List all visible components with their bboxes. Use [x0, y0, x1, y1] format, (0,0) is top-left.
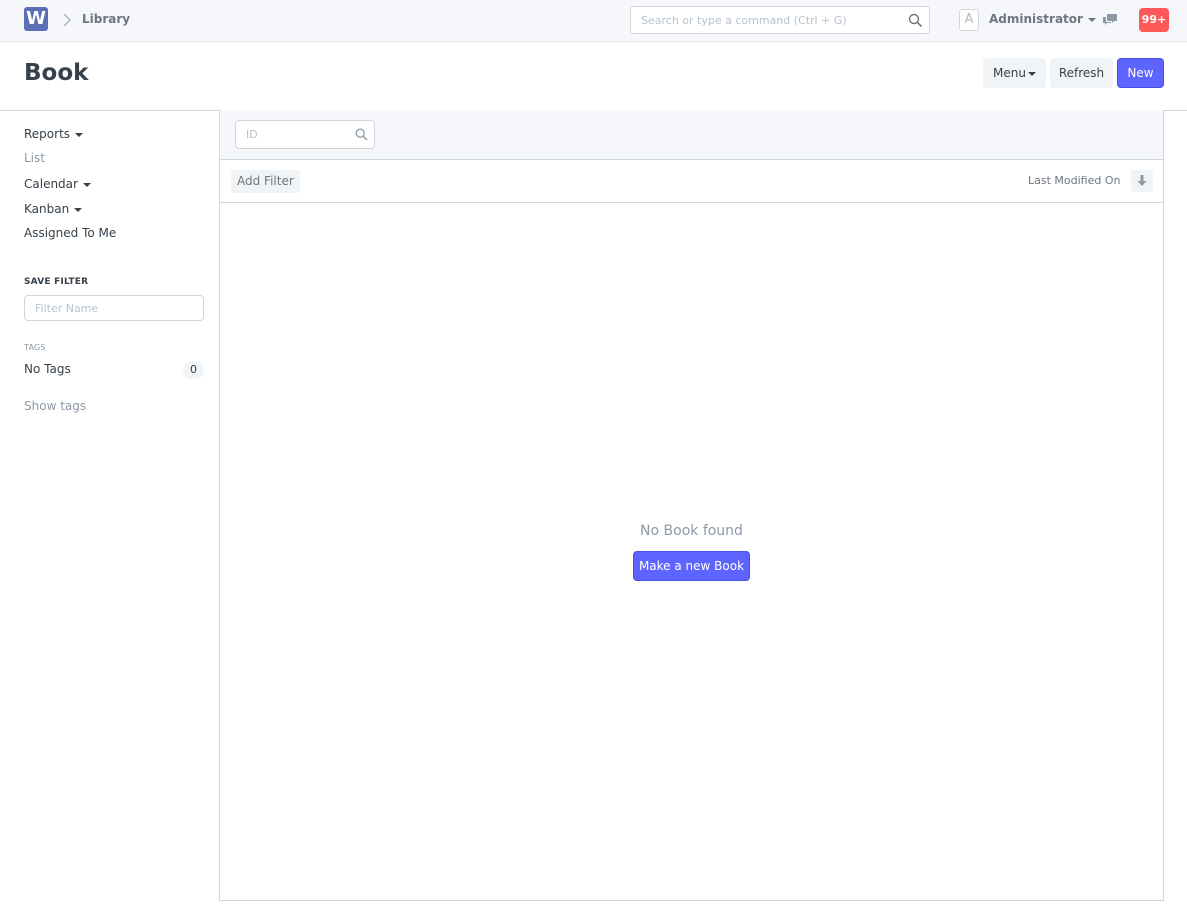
chat-icon[interactable] — [1102, 13, 1118, 27]
sidebar-item-list[interactable]: List — [24, 151, 45, 165]
filter-bar: Add Filter Last Modified On — [220, 160, 1163, 203]
list-panel: Add Filter Last Modified On No Book foun… — [219, 110, 1164, 901]
sidebar-item-reports[interactable]: Reports — [24, 127, 84, 141]
menu-button-label: Menu — [993, 66, 1026, 80]
chevron-right-icon — [63, 13, 72, 27]
sidebar-item-label: Reports — [24, 127, 71, 141]
breadcrumb-library[interactable]: Library — [82, 12, 130, 26]
add-filter-button[interactable]: Add Filter — [231, 170, 300, 193]
sidebar-item-no-tags[interactable]: No Tags — [24, 362, 71, 376]
user-name: Administrator — [989, 12, 1083, 26]
arrow-down-icon — [1137, 175, 1147, 186]
sidebar-item-assigned-to-me[interactable]: Assigned To Me — [24, 226, 116, 240]
notification-badge[interactable]: 99+ — [1139, 8, 1169, 32]
make-new-book-button[interactable]: Make a new Book — [633, 551, 750, 581]
avatar[interactable]: A — [959, 9, 979, 31]
sidebar-item-label: Calendar — [24, 177, 78, 191]
menu-button[interactable]: Menu — [983, 58, 1046, 88]
sort-selector[interactable]: Last Modified On — [1028, 174, 1120, 187]
sidebar-item-calendar[interactable]: Calendar — [24, 177, 91, 191]
new-button[interactable]: New — [1117, 58, 1164, 88]
caret-down-icon — [1027, 71, 1036, 76]
search-icon[interactable] — [908, 13, 923, 28]
save-filter-heading: SAVE FILTER — [24, 277, 89, 287]
app-logo[interactable]: W — [24, 7, 48, 31]
page-title: Book — [24, 60, 89, 86]
caret-down-icon — [82, 182, 91, 187]
sidebar-item-label: Kanban — [24, 202, 70, 216]
search-icon — [355, 128, 368, 141]
id-filter-input[interactable] — [236, 121, 346, 148]
filter-name-input[interactable] — [24, 295, 204, 321]
user-menu[interactable]: Administrator — [989, 12, 1096, 26]
caret-down-icon — [74, 207, 83, 212]
id-filter — [235, 120, 375, 149]
sidebar-item-kanban[interactable]: Kanban — [24, 202, 83, 216]
navbar: W Library A Administrator 99+ — [0, 0, 1187, 42]
sort-order-button[interactable] — [1131, 170, 1153, 192]
search-input[interactable] — [631, 7, 891, 33]
refresh-button[interactable]: Refresh — [1050, 58, 1113, 88]
empty-state-message: No Book found — [640, 523, 743, 539]
caret-down-icon — [75, 132, 84, 137]
awesome-bar — [630, 6, 930, 34]
standard-filter-area — [220, 110, 1163, 160]
tags-heading: TAGS — [24, 343, 46, 352]
tag-count-badge: 0 — [183, 361, 204, 379]
caret-down-icon — [1087, 17, 1096, 22]
show-tags-link[interactable]: Show tags — [24, 399, 86, 413]
